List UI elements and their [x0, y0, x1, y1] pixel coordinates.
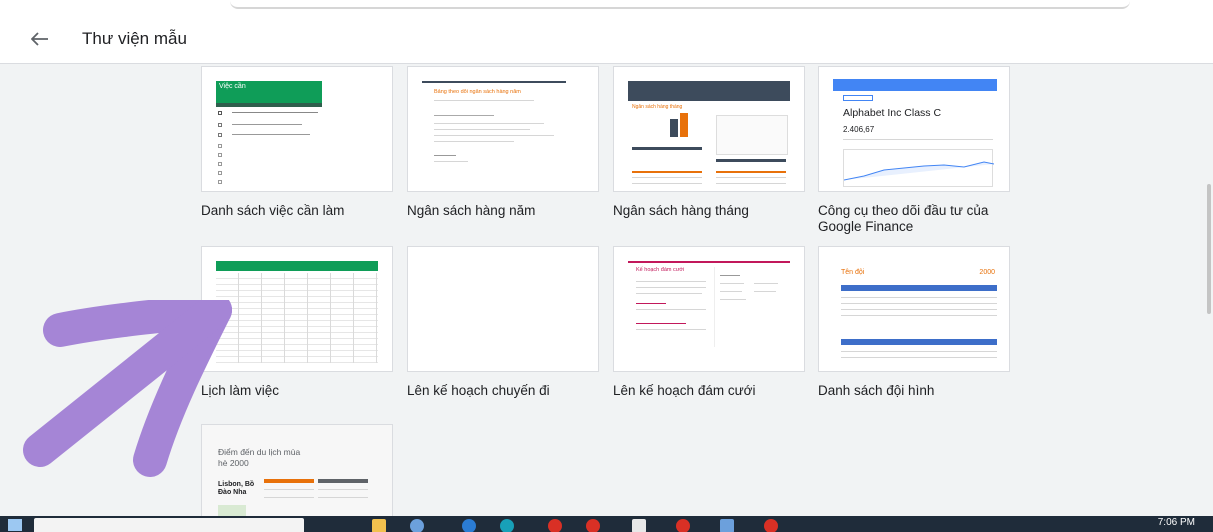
- thumb-title: Tên đội: [841, 269, 865, 276]
- template-label: Ngân sách hàng năm: [407, 203, 536, 218]
- template-card-monthly-budget[interactable]: Ngân sách hàng tháng Ngân sách hàng thán…: [613, 66, 805, 219]
- template-label: Danh sách việc cần làm: [201, 203, 345, 218]
- arrow-left-icon: [31, 31, 48, 46]
- template-thumbnail[interactable]: Kế hoạch đám cưới: [613, 246, 805, 372]
- template-thumbnail[interactable]: Tên đội 2000: [818, 246, 1010, 372]
- store-icon[interactable]: [410, 519, 424, 532]
- scrollbar-thumb[interactable]: [1207, 184, 1211, 314]
- chrome-icon[interactable]: [586, 519, 600, 532]
- folder-icon[interactable]: [372, 519, 386, 532]
- windows-start-icon[interactable]: [8, 519, 22, 531]
- thumb-value: 2.406,67: [843, 125, 875, 134]
- top-scroll-edge: [230, 0, 1130, 9]
- header-bar: Thư viện mẫu: [0, 14, 1213, 64]
- thumb-city: Lisbon, Bồ Đào Nha: [218, 481, 255, 496]
- template-label: Lịch làm việc: [201, 383, 280, 398]
- template-thumbnail[interactable]: Việc cần: [201, 66, 393, 192]
- app-icon[interactable]: [500, 519, 514, 532]
- thumb-title: Việc cần: [219, 83, 246, 90]
- template-card-team-roster[interactable]: Tên đội 2000 Danh sách đội hình: [818, 246, 1010, 399]
- template-card-travel[interactable]: Điểm đến du lịch mùa hè 2000 Lisbon, Bồ …: [201, 424, 393, 516]
- template-card-google-finance[interactable]: Alphabet Inc Class C 2.406,67 Công cụ th…: [818, 66, 1010, 235]
- template-label: Lên kế hoạch chuyến đi: [407, 383, 550, 398]
- template-label: Công cụ theo dõi đầu tư của Google Finan…: [818, 203, 989, 234]
- thumb-title: Alphabet Inc Class C: [843, 107, 942, 119]
- template-card-todo[interactable]: Việc cần Danh sách việc cần làm: [201, 66, 393, 219]
- taskbar-clock[interactable]: 7:06 PM: [1158, 517, 1195, 528]
- thumb-title: Điểm đến du lịch mùa hè 2000: [218, 447, 301, 468]
- page-title: Thư viện mẫu: [82, 28, 187, 48]
- template-label: Ngân sách hàng tháng: [613, 203, 749, 218]
- edge-icon[interactable]: [462, 519, 476, 532]
- windows-taskbar: 7:06 PM: [0, 516, 1213, 532]
- template-card-trip-planner[interactable]: Lên kế hoạch chuyến đi: [407, 246, 599, 399]
- template-thumbnail[interactable]: Ngân sách hàng tháng: [613, 66, 805, 192]
- document-icon[interactable]: [632, 519, 646, 532]
- chrome-icon[interactable]: [764, 519, 778, 532]
- template-thumbnail[interactable]: Điểm đến du lịch mùa hè 2000 Lisbon, Bồ …: [201, 424, 393, 516]
- finance-line-chart: [843, 161, 995, 181]
- template-thumbnail[interactable]: Bảng theo dõi ngân sách hàng năm: [407, 66, 599, 192]
- thumb-title: Kế hoạch đám cưới: [636, 267, 685, 273]
- template-label: Danh sách đội hình: [818, 383, 935, 398]
- template-thumbnail[interactable]: [201, 246, 393, 372]
- template-card-schedule[interactable]: Lịch làm việc: [201, 246, 393, 399]
- window-icon[interactable]: [720, 519, 734, 532]
- template-label: Lên kế hoạch đám cưới: [613, 383, 756, 398]
- chrome-icon[interactable]: [676, 519, 690, 532]
- template-card-annual-budget[interactable]: Bảng theo dõi ngân sách hàng năm Ngân sá…: [407, 66, 599, 219]
- template-gallery-page: Thư viện mẫu Việc cần Danh sách việc cần…: [0, 0, 1213, 532]
- template-thumbnail[interactable]: Alphabet Inc Class C 2.406,67: [818, 66, 1010, 192]
- thumb-title: Bảng theo dõi ngân sách hàng năm: [434, 89, 521, 95]
- thumb-title: Ngân sách hàng tháng: [632, 104, 683, 110]
- back-button[interactable]: [28, 27, 52, 51]
- template-thumbnail[interactable]: [407, 246, 599, 372]
- template-grid: Việc cần Danh sách việc cần làm Bảng the…: [0, 64, 1200, 516]
- vertical-scrollbar[interactable]: [1200, 64, 1213, 516]
- chrome-icon[interactable]: [548, 519, 562, 532]
- thumb-year: 2000: [979, 269, 995, 276]
- taskbar-search-box[interactable]: [34, 518, 304, 532]
- template-card-wedding-planner[interactable]: Kế hoạch đám cưới Lên kế hoạch đám cưới: [613, 246, 805, 399]
